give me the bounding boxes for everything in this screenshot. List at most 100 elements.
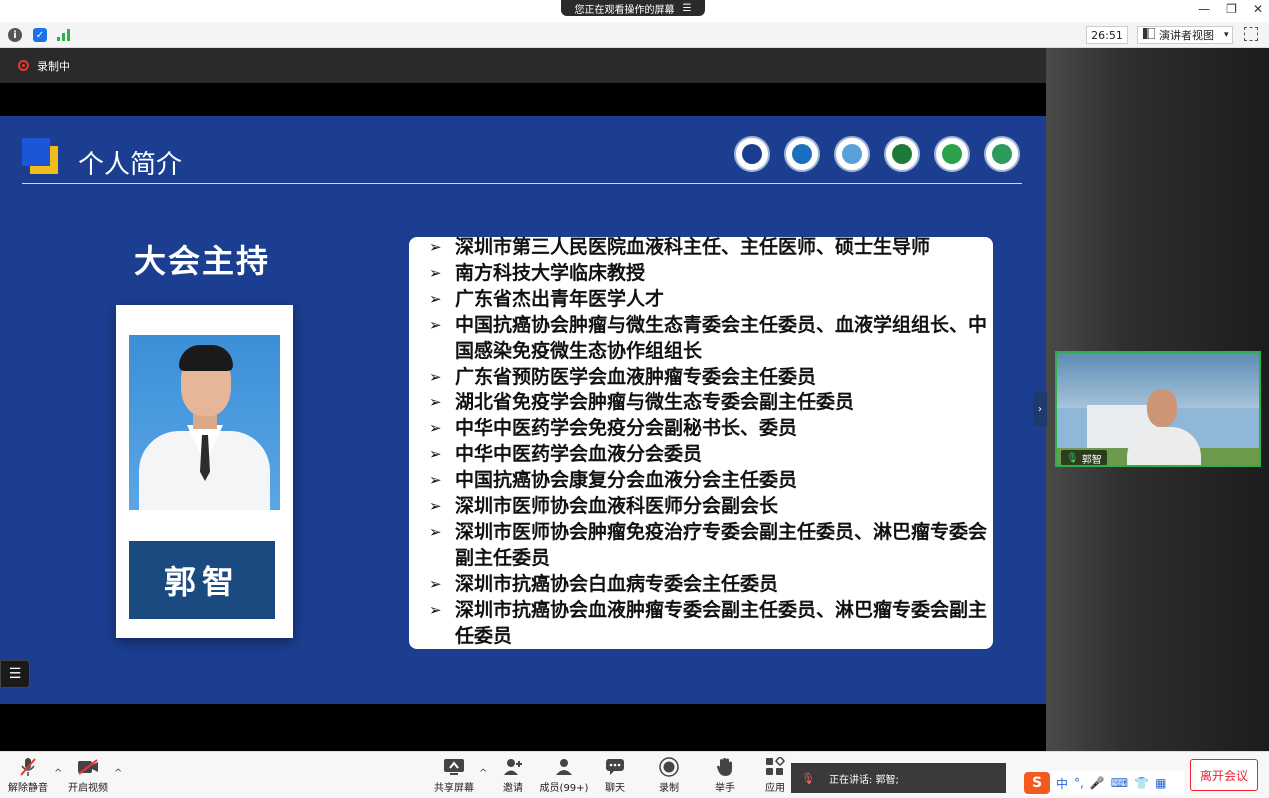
bio-item-text: 南方科技大学临床教授	[455, 261, 646, 284]
close-button[interactable]: ✕	[1253, 2, 1263, 16]
video-options-caret[interactable]: ^	[114, 768, 122, 779]
bio-item-text: 中国抗癌协会肿瘤与微生态青委会主任委员、血液学组组长、中国感染免疫微生态协作组组…	[455, 313, 988, 362]
share-options-caret[interactable]: ^	[479, 768, 487, 779]
chat-button[interactable]: 聊天	[598, 752, 632, 798]
window-controls: — ❐ ✕	[1198, 2, 1263, 16]
bullet-arrow-icon: ➢	[429, 289, 442, 308]
bullet-arrow-icon: ➢	[429, 445, 442, 464]
bio-item: ➢ 中华中医药学会血液分会委员	[427, 442, 993, 468]
restore-button[interactable]: ❐	[1226, 2, 1237, 16]
share-screen-icon	[443, 757, 465, 777]
meeting-info-bar: i ✓ 26:51 演讲者视图 ▾	[0, 22, 1269, 48]
leave-meeting-button[interactable]: 离开会议	[1190, 759, 1258, 791]
active-speaker-text: 正在讲话: 郭智;	[828, 774, 899, 786]
members-button[interactable]: 成员(99+)	[538, 752, 590, 798]
bio-item-text: 湖北省免疫学会肿瘤与微生态专委会副主任委员	[455, 391, 855, 414]
ime-skin-icon[interactable]: 👕	[1134, 776, 1149, 790]
members-label: 成员(99+)	[539, 783, 589, 794]
presentation-slide: 个人简介 大会主持 郭智 ➢ 深圳市第三人民医院血液科主任、主任医师、硕士生导师 ➢…	[0, 116, 1046, 704]
ime-toolbar[interactable]: S 中 °, 🎤 ⌨ 👕 ▦	[1024, 771, 1184, 795]
speaker-view-icon	[1143, 27, 1156, 42]
bullet-arrow-icon: ➢	[429, 471, 442, 490]
bio-item: ➢ 深圳市抗癌协会血液肿瘤专委会副主任委员、淋巴瘤专委会副主任委员	[427, 598, 993, 650]
bio-item: ➢ 中国抗癌协会肿瘤与微生态青委会主任委员、血液学组组长、中国感染免疫微生态协作组…	[427, 313, 993, 365]
notice-menu-icon[interactable]: ☰	[683, 3, 692, 14]
active-speaker-indicator: 🎙 正在讲话: 郭智;	[791, 763, 1006, 793]
recording-icon	[18, 60, 29, 71]
host-name: 郭智	[129, 541, 275, 619]
chat-label: 聊天	[605, 783, 625, 794]
organization-logo	[934, 136, 970, 172]
bio-item-text: 深圳市医师协会肿瘤免疫治疗专委会副主任委员、淋巴瘤专委会副主任委员	[455, 520, 988, 569]
unmute-label: 解除静音	[8, 783, 48, 794]
bullet-arrow-icon: ➢	[429, 315, 442, 334]
fullscreen-icon[interactable]	[1244, 27, 1258, 41]
start-video-label: 开启视频	[68, 783, 108, 794]
bio-item: ➢ 中国抗癌协会康复分会血液分会主任委员	[427, 468, 993, 494]
organization-logo	[834, 136, 870, 172]
organization-logo	[884, 136, 920, 172]
apps-button[interactable]: 应用	[758, 752, 792, 798]
record-button[interactable]: 录制	[652, 752, 686, 798]
sogou-ime-logo[interactable]: S	[1024, 772, 1050, 794]
participant-name: 郭智	[1081, 454, 1102, 466]
bio-item-text: 深圳市抗癌协会白血病专委会主任委员	[455, 572, 779, 595]
ime-keyboard-icon[interactable]: ⌨	[1111, 776, 1128, 790]
participant-name-tag: 🎙 郭智	[1061, 450, 1107, 466]
invite-label: 邀请	[503, 783, 523, 794]
raise-hand-button[interactable]: 举手	[708, 752, 742, 798]
invite-button[interactable]: 邀请	[494, 752, 532, 798]
ime-voice-icon[interactable]: 🎤	[1090, 776, 1105, 790]
host-portrait	[129, 335, 280, 510]
bio-item: ➢ 深圳市医师协会肿瘤免疫治疗专委会副主任委员、淋巴瘤专委会副主任委员	[427, 520, 993, 572]
title-divider	[22, 183, 1022, 184]
title-decoration-blue	[22, 138, 50, 166]
slide-title: 个人简介	[78, 150, 183, 180]
mic-options-caret[interactable]: ^	[54, 768, 62, 779]
signal-strength-icon[interactable]	[57, 28, 71, 42]
bio-item: ➢ 深圳市抗癌协会白血病专委会主任委员	[427, 572, 993, 598]
bio-item: ➢ 广东省预防医学会血液肿瘤专委会主任委员	[427, 365, 993, 391]
bio-list: ➢ 深圳市第三人民医院血液科主任、主任医师、硕士生导师 ➢ 南方科技大学临床教授 ➢ 广东…	[427, 235, 993, 650]
bio-item-text: 深圳市第三人民医院血液科主任、主任医师、硕士生导师	[455, 236, 931, 258]
minimize-button[interactable]: —	[1198, 2, 1210, 16]
security-shield-icon[interactable]: ✓	[33, 28, 47, 42]
bullet-arrow-icon: ➢	[429, 522, 442, 541]
organization-logo	[734, 136, 770, 172]
start-video-button[interactable]: 开启视频	[66, 752, 110, 798]
raise-hand-icon	[714, 757, 736, 777]
members-icon	[553, 757, 575, 777]
ime-language-toggle[interactable]: 中	[1056, 775, 1068, 792]
speaker-view-button[interactable]: 演讲者视图 ▾	[1137, 26, 1233, 44]
mic-active-icon: 🎙	[1066, 452, 1079, 464]
info-icon[interactable]: i	[8, 28, 22, 42]
screen-share-notice[interactable]: 您正在观看操作的屏幕 ☰	[561, 0, 705, 16]
bio-item: ➢ 中华中医药学会免疫分会副秘书长、委员	[427, 416, 993, 442]
bullet-arrow-icon: ➢	[429, 600, 442, 619]
participant-video-tile[interactable]: 🎙 郭智	[1055, 351, 1261, 467]
chat-icon	[604, 757, 626, 777]
add-user-icon	[502, 757, 524, 777]
bullet-arrow-icon: ➢	[429, 419, 442, 438]
screen-share-notice-text: 您正在观看操作的屏幕	[574, 4, 675, 16]
bullet-arrow-icon: ➢	[429, 497, 442, 516]
unmute-button[interactable]: 解除静音	[6, 752, 50, 798]
bio-item-text: 深圳市医师协会血液科医师分会副会长	[455, 495, 779, 518]
bio-item: ➢ 南方科技大学临床教授	[427, 261, 993, 287]
chevron-down-icon: ▾	[1224, 30, 1229, 40]
ime-toolbox-icon[interactable]: ▦	[1155, 776, 1166, 790]
slide-menu-icon[interactable]: ☰	[0, 660, 30, 688]
bio-item-text: 中华中医药学会免疫分会副秘书长、委员	[455, 417, 798, 440]
recording-bar: 录制中	[0, 48, 1046, 83]
host-heading: 大会主持	[134, 242, 271, 280]
title-bar: 您正在观看操作的屏幕 ☰ — ❐ ✕	[0, 0, 1269, 22]
bullet-arrow-icon: ➢	[429, 238, 442, 256]
bio-item: ➢ 深圳市医师协会血液科医师分会副会长	[427, 494, 993, 520]
chevron-right-icon[interactable]: ›	[1033, 392, 1047, 427]
organization-logo	[784, 136, 820, 172]
record-label: 录制	[659, 783, 679, 794]
share-screen-button[interactable]: 共享屏幕	[432, 752, 476, 798]
camera-off-icon	[77, 757, 99, 777]
ime-punctuation-toggle[interactable]: °,	[1074, 776, 1084, 790]
bio-item-text: 中华中医药学会血液分会委员	[455, 443, 703, 466]
